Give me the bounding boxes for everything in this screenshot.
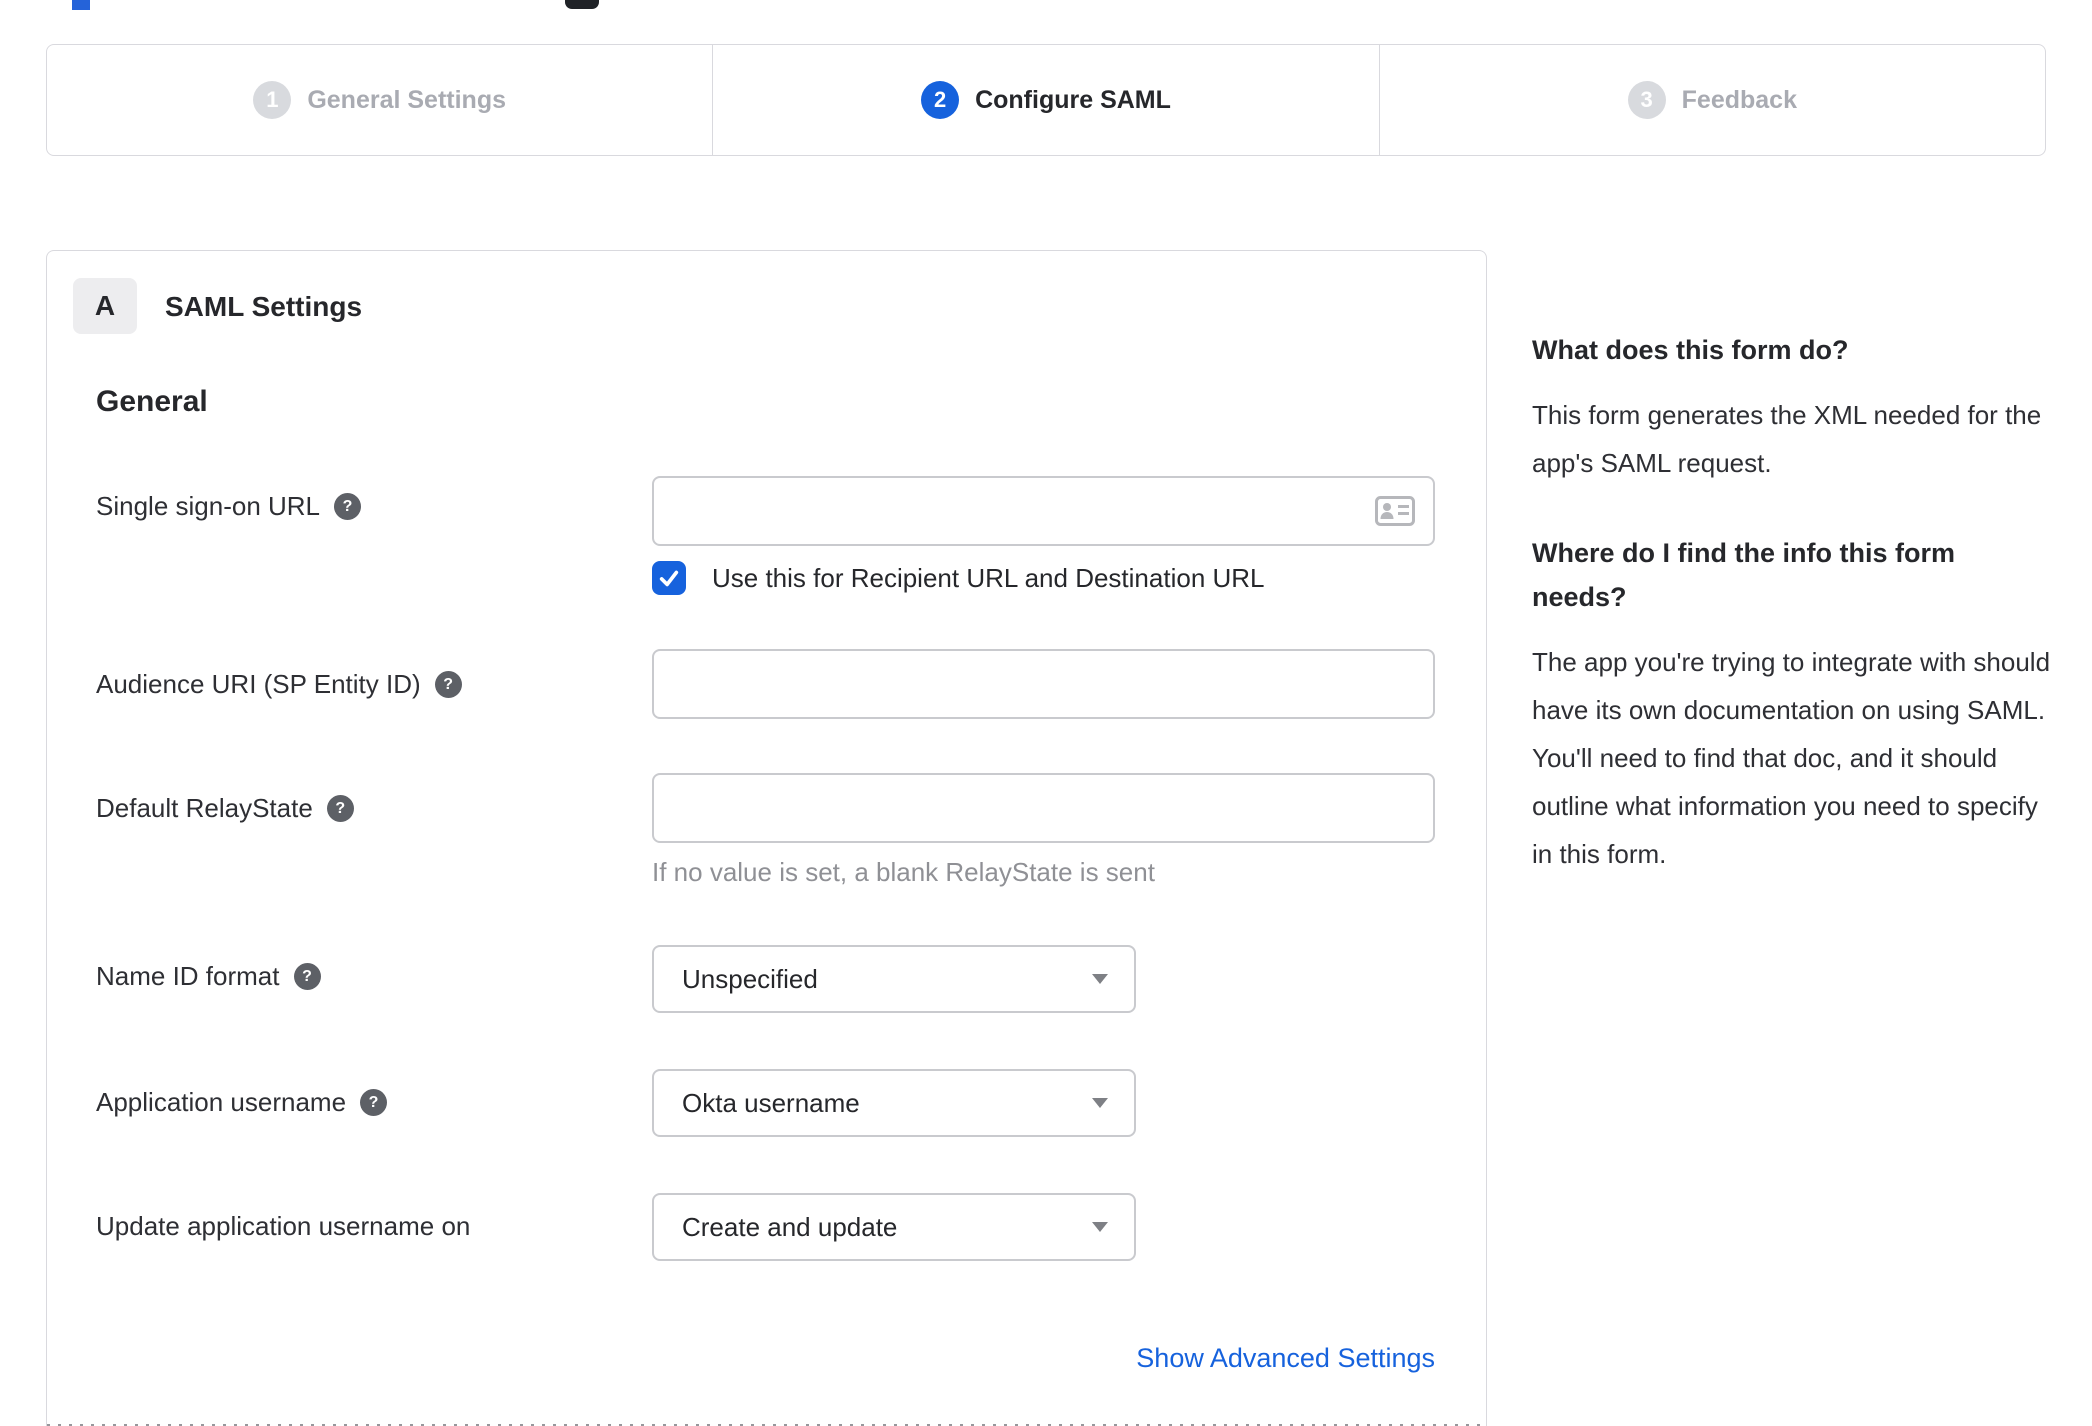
name-id-format-select[interactable]: Unspecified (652, 945, 1136, 1013)
chevron-down-icon (1092, 1222, 1108, 1232)
checkmark-icon (659, 570, 679, 587)
use-this-checkbox[interactable] (652, 561, 686, 595)
show-advanced-settings-link[interactable]: Show Advanced Settings (652, 1343, 1435, 1374)
step-3-number-badge: 3 (1627, 81, 1666, 119)
step-configure-saml[interactable]: 2 Configure SAML (713, 45, 1380, 155)
default-relaystate-input[interactable] (652, 773, 1435, 843)
application-username-label: Application username (96, 1087, 388, 1118)
update-username-on-label: Update application username on (96, 1211, 470, 1242)
single-sign-on-url-label: Single sign-on URL (96, 491, 362, 522)
step-feedback[interactable]: 3 Feedback (1380, 45, 2045, 155)
help-body-2: The app you're trying to integrate with … (1532, 646, 2051, 870)
field-label-text: Default RelayState (96, 793, 313, 823)
section-title: SAML Settings (165, 291, 363, 322)
step-general-settings[interactable]: 1 General Settings (47, 45, 714, 155)
step-2-number-badge: 2 (921, 81, 960, 119)
use-this-checkbox-label: Use this for Recipient URL and Destinati… (712, 562, 1265, 593)
header-fragment-dark (565, 0, 599, 9)
saml-settings-card: A SAML Settings General Single sign-on U… (46, 250, 1487, 1426)
help-heading-1: What does this form do? (1532, 335, 1849, 365)
field-label-text: Single sign-on URL (96, 491, 321, 521)
update-username-on-value: Create and update (682, 1211, 898, 1242)
update-username-on-select[interactable]: Create and update (652, 1193, 1136, 1261)
field-label-text: Update application username on (96, 1211, 471, 1241)
default-relaystate-label: Default RelayState (96, 793, 354, 824)
help-heading-2: Where do I find the info this form needs… (1532, 537, 1955, 613)
help-sidebar: What does this form do? This form genera… (1532, 328, 2052, 922)
chevron-down-icon (1092, 1098, 1108, 1108)
step-3-label: Feedback (1681, 85, 1797, 114)
chevron-down-icon (1092, 974, 1108, 984)
single-sign-on-url-input-wrap (652, 476, 1435, 546)
application-username-select[interactable]: Okta username (652, 1069, 1136, 1137)
field-label-text: Audience URI (SP Entity ID) (96, 669, 421, 699)
recipient-url-checkbox-row: Use this for Recipient URL and Destinati… (652, 561, 1265, 595)
name-id-format-label: Name ID format (96, 961, 321, 992)
application-username-value: Okta username (682, 1087, 860, 1118)
help-icon[interactable] (434, 671, 462, 698)
field-label-text: Application username (96, 1087, 347, 1117)
step-1-label: General Settings (307, 85, 506, 114)
help-body-1: This form generates the XML needed for t… (1532, 399, 2042, 478)
wizard-stepper: 1 General Settings 2 Configure SAML 3 Fe… (46, 44, 2046, 156)
header-fragment-blue (72, 0, 90, 10)
step-2-label: Configure SAML (975, 85, 1171, 114)
audience-uri-input[interactable] (652, 649, 1435, 719)
single-sign-on-url-input[interactable] (652, 476, 1435, 546)
help-icon[interactable] (360, 1089, 388, 1116)
audience-uri-label: Audience URI (SP Entity ID) (96, 669, 462, 700)
help-icon[interactable] (326, 795, 354, 822)
field-label-text: Name ID format (96, 961, 280, 991)
step-1-number-badge: 1 (253, 81, 292, 119)
help-icon[interactable] (334, 493, 362, 520)
relaystate-hint: If no value is set, a blank RelayState i… (652, 857, 1155, 887)
section-a-badge: A (73, 278, 137, 334)
name-id-format-value: Unspecified (682, 963, 818, 994)
help-icon[interactable] (293, 963, 321, 990)
group-title-general: General (96, 385, 208, 418)
